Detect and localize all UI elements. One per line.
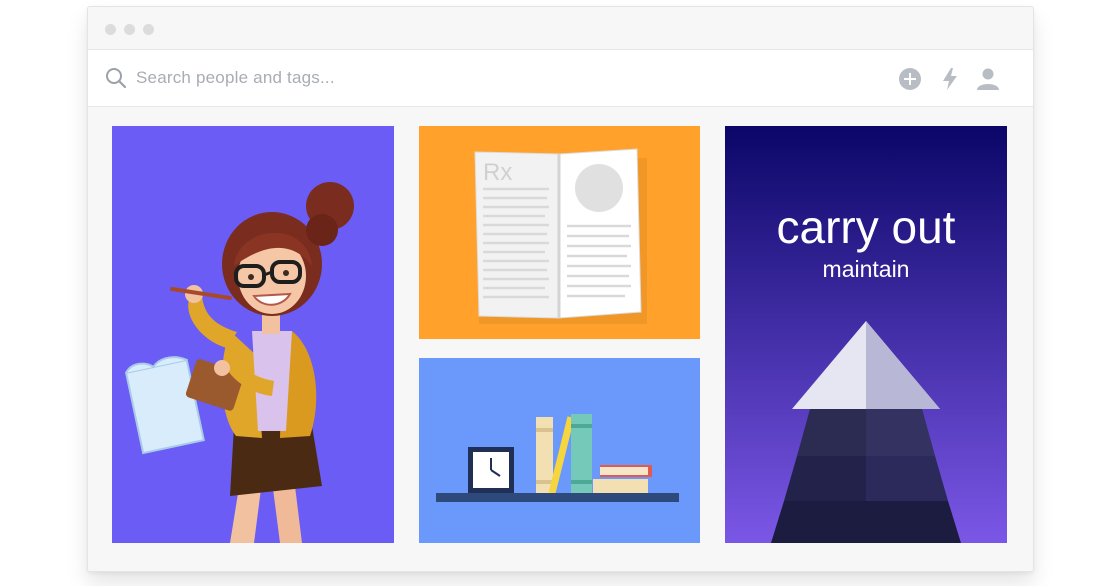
maximize-dot[interactable] bbox=[143, 24, 154, 35]
search-input[interactable] bbox=[136, 64, 656, 92]
search-bar bbox=[88, 49, 1033, 107]
close-dot[interactable] bbox=[105, 24, 116, 35]
browser-window: Rx bbox=[87, 6, 1034, 572]
bookshelf-illustration bbox=[419, 358, 700, 543]
title-bar bbox=[88, 7, 1033, 49]
tree-headline: carry out bbox=[776, 201, 956, 253]
tree-card[interactable]: carry out maintain bbox=[725, 126, 1007, 543]
tree-illustration bbox=[725, 126, 1007, 543]
teacher-card[interactable] bbox=[112, 126, 394, 543]
plus-circle-icon[interactable] bbox=[898, 67, 922, 91]
open-book-illustration: Rx bbox=[419, 126, 700, 339]
teacher-illustration bbox=[112, 126, 394, 543]
tree-subline: maintain bbox=[822, 256, 910, 282]
user-icon[interactable] bbox=[976, 67, 1000, 91]
rx-label: Rx bbox=[483, 159, 512, 186]
prescription-card[interactable]: Rx bbox=[419, 126, 700, 339]
shelf-card[interactable] bbox=[419, 358, 700, 543]
lightning-icon[interactable] bbox=[938, 67, 962, 91]
search-icon bbox=[106, 68, 127, 89]
minimize-dot[interactable] bbox=[124, 24, 135, 35]
